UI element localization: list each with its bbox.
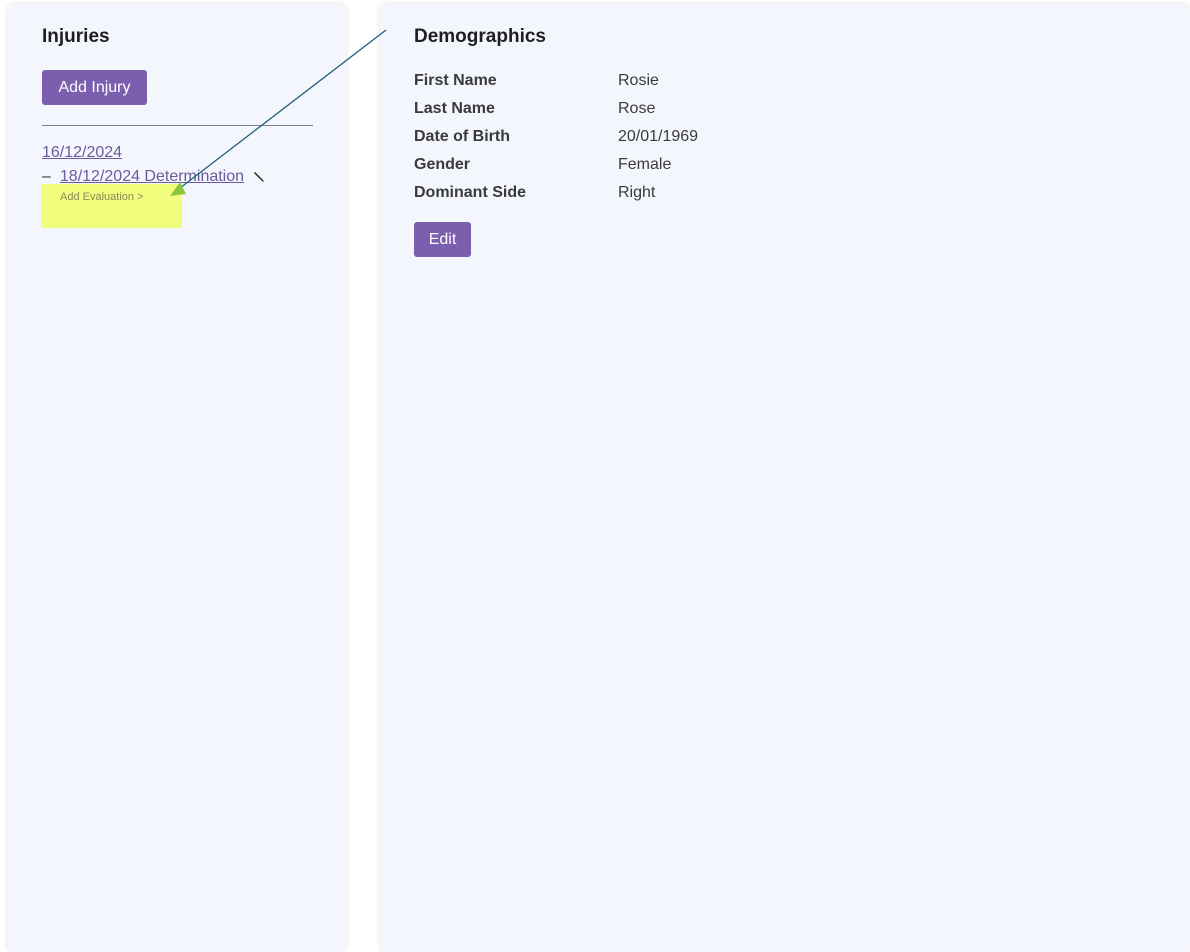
last-name-label: Last Name bbox=[414, 100, 495, 117]
injuries-title: Injuries bbox=[42, 26, 110, 47]
gender-value: Female bbox=[618, 156, 672, 173]
injuries-divider bbox=[42, 125, 313, 126]
injuries-panel: Injuries Add Injury 16/12/2024 – 18/12/2… bbox=[8, 4, 346, 952]
gender-label: Gender bbox=[414, 156, 471, 173]
injury-date-link[interactable]: 16/12/2024 bbox=[42, 144, 122, 162]
demographics-table: First Name Rosie Last Name Rose Date of … bbox=[414, 72, 698, 202]
last-name-value: Rose bbox=[618, 100, 656, 117]
dominant-side-label: Dominant Side bbox=[414, 184, 527, 201]
demographics-title: Demographics bbox=[414, 26, 546, 47]
dob-value: 20/01/1969 bbox=[618, 128, 699, 145]
pencil-edit-icon[interactable] bbox=[252, 170, 266, 184]
demographics-panel: Demographics First Name Rosie Last Name … bbox=[380, 4, 1190, 952]
add-injury-button[interactable]: Add Injury bbox=[42, 70, 147, 105]
dob-label: Date of Birth bbox=[414, 128, 510, 145]
edit-button[interactable]: Edit bbox=[414, 222, 471, 257]
first-name-label: First Name bbox=[414, 72, 497, 89]
add-evaluation-link[interactable]: Add Evaluation > bbox=[60, 191, 143, 203]
dominant-side-value: Right bbox=[618, 184, 656, 201]
first-name-value: Rosie bbox=[618, 72, 659, 89]
